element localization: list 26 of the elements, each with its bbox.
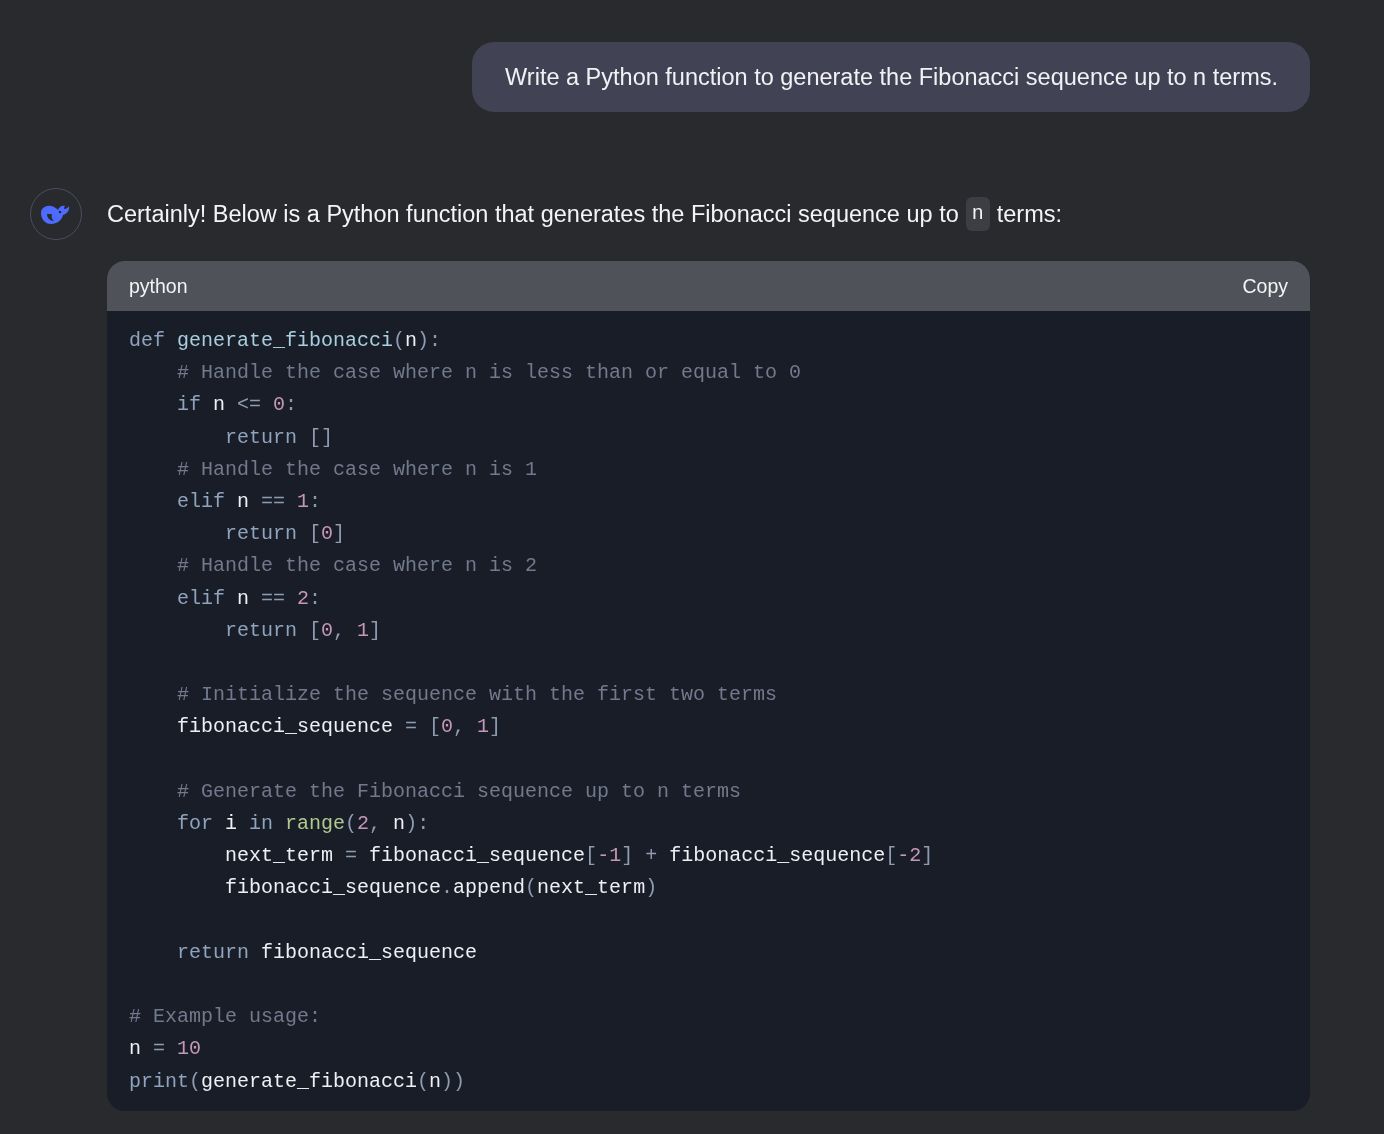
code-line: # Generate the Fibonacci sequence up to n terms: [176, 778, 743, 805]
code-line: # Handle the case where n is less than or equal to 0: [176, 360, 803, 387]
code-line: fibonacci_sequence = [0, 1]: [176, 714, 503, 741]
answer-text: terms:: [996, 200, 1063, 229]
language-label: python: [129, 274, 188, 298]
code-line: n = 10: [129, 1036, 203, 1063]
code-line: return fibonacci_sequence: [176, 939, 479, 966]
code-line: def generate_fibonacci(n):: [129, 328, 443, 354]
code-line: return [0]: [224, 521, 347, 548]
code-line: elif n == 1:: [176, 489, 323, 515]
code-line: # Handle the case where n is 1: [176, 456, 539, 483]
code-line: return [0, 1]: [224, 617, 383, 644]
answer-text: Certainly! Below is a Python function that generates the Fibonacci sequence up to: [107, 200, 959, 229]
code-line: next_term = fibonacci_sequence[-1] + fibonacci_sequence[-2]: [224, 843, 935, 870]
code-line: return []: [224, 424, 335, 451]
code-line: elif n == 2:: [176, 585, 323, 612]
code-line: fibonacci_sequence.append(next_term): [224, 875, 659, 902]
user-message: Write a Python function to generate the Fibonacci sequence up to n terms.: [472, 42, 1310, 112]
code-line: # Handle the case where n is 2: [176, 553, 539, 580]
code-line: print(generate_fibonacci(n)): [129, 1068, 467, 1095]
copy-button[interactable]: Copy: [1242, 274, 1288, 298]
code-line: for i in range(2, n):: [176, 811, 431, 837]
code-line: if n <= 0:: [176, 392, 299, 419]
code-line: # Example usage:: [129, 1004, 323, 1031]
inline-code: n: [965, 197, 990, 231]
code-line: # Initialize the sequence with the first two terms: [176, 682, 779, 709]
